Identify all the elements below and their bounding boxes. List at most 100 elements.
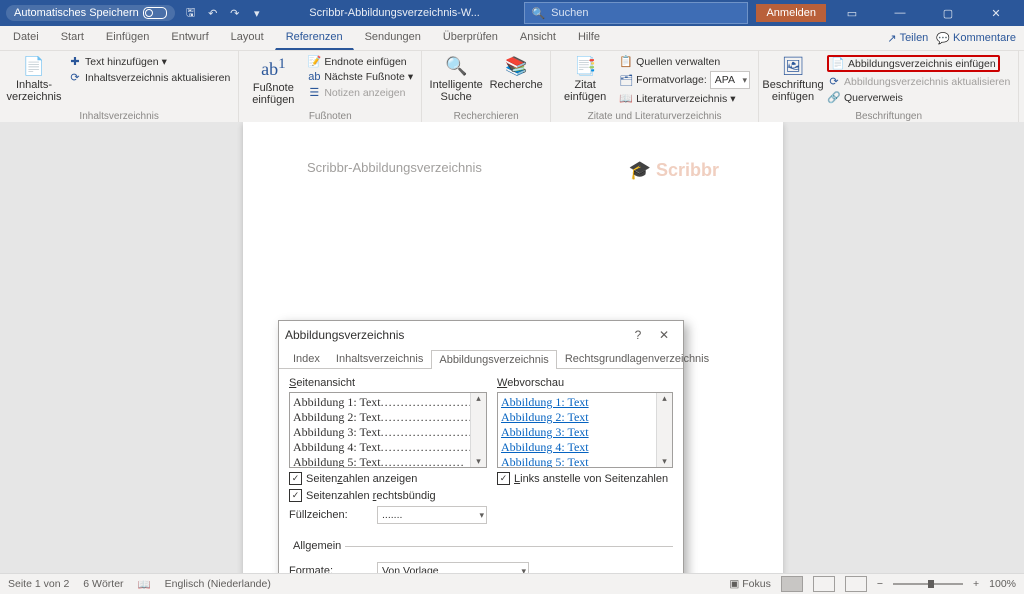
ribbon-options-icon[interactable]: ▭ <box>830 0 874 26</box>
tof-icon: 📄 <box>831 57 845 70</box>
citation-icon: 📑 <box>574 56 596 77</box>
style-icon: 🗂 <box>619 74 633 87</box>
tab-einfuegen[interactable]: Einfügen <box>95 26 160 50</box>
tab-sendungen[interactable]: Sendungen <box>354 26 432 50</box>
tab-referenzen[interactable]: Referenzen <box>275 26 354 50</box>
redo-icon[interactable]: ↷ <box>227 5 243 21</box>
dtab-index[interactable]: Index <box>285 349 328 368</box>
print-preview-list[interactable]: Abbildung 1: Text.......................… <box>289 392 487 468</box>
citation-style-select[interactable]: APA <box>710 71 750 89</box>
minimize-icon[interactable]: — <box>878 0 922 26</box>
right-align-pagenums-checkbox[interactable]: ✓Seitenzahlen rechtsbündig <box>289 489 487 502</box>
smart-lookup-button[interactable]: 🔍Intelligente Suche <box>428 54 484 106</box>
scroll-up-icon: ▴ <box>476 393 481 404</box>
tab-leader-select[interactable]: ....... <box>377 506 487 524</box>
status-words[interactable]: 6 Wörter <box>83 578 123 590</box>
share-icon: ↗ <box>887 32 896 45</box>
signin-button[interactable]: Anmelden <box>756 4 826 22</box>
save-icon[interactable]: 🖫 <box>183 5 199 21</box>
endnote-icon: 📝 <box>307 55 321 68</box>
insert-table-of-figures-button[interactable]: 📄Abbildungsverzeichnis einfügen <box>825 54 1012 73</box>
autosave-toggle[interactable]: Automatisches Speichern <box>6 5 175 21</box>
tab-hilfe[interactable]: Hilfe <box>567 26 611 50</box>
undo-icon[interactable]: ↶ <box>205 5 221 21</box>
web-preview-list[interactable]: Abbildung 1: Text Abbildung 2: Text Abbi… <box>497 392 673 468</box>
insert-citation-button[interactable]: 📑Zitat einfügen <box>557 54 613 106</box>
close-icon[interactable]: ✕ <box>974 0 1018 26</box>
status-bar: Seite 1 von 2 6 Wörter 📖 Englisch (Niede… <box>0 573 1024 594</box>
tab-ansicht[interactable]: Ansicht <box>509 26 567 50</box>
scrollbar[interactable]: ▴▾ <box>470 393 486 467</box>
titlebar: Automatisches Speichern 🖫 ↶ ↷ ▾ Scribbr-… <box>0 0 1024 26</box>
update-tof-button[interactable]: ⟳Abbildungsverzeichnis aktualisieren <box>825 74 1012 89</box>
notes-icon: ☰ <box>307 86 321 99</box>
manage-sources-button[interactable]: 📋Quellen verwalten <box>617 54 752 69</box>
refresh-icon: ⟳ <box>68 71 82 84</box>
dialog-help-button[interactable]: ? <box>625 328 651 342</box>
focus-mode[interactable]: ▣ Fokus <box>729 578 770 590</box>
zoom-slider[interactable] <box>893 583 963 585</box>
zoom-value[interactable]: 100% <box>989 578 1016 590</box>
sources-icon: 📋 <box>619 55 633 68</box>
bibliography-icon: 📖 <box>619 92 633 105</box>
dialog-tabs: Index Inhaltsverzeichnis Abbildungsverze… <box>279 349 683 369</box>
show-notes-button[interactable]: ☰Notizen anzeigen <box>305 85 415 100</box>
use-hyperlinks-checkbox[interactable]: ✓Links anstelle von Seitenzahlen <box>497 472 673 485</box>
tab-layout[interactable]: Layout <box>220 26 275 50</box>
scroll-down-icon: ▾ <box>476 456 481 467</box>
book-icon: 📚 <box>505 56 527 77</box>
dtab-tof[interactable]: Abbildungsverzeichnis <box>431 350 556 369</box>
zoom-out-button[interactable]: − <box>877 578 883 590</box>
search-box[interactable]: 🔍 Suchen <box>524 2 748 24</box>
share-button[interactable]: ↗Teilen <box>887 26 928 50</box>
toc-icon: 📄 <box>23 56 45 77</box>
maximize-icon[interactable]: ▢ <box>926 0 970 26</box>
view-print-icon[interactable] <box>781 576 803 592</box>
dialog-close-button[interactable]: ✕ <box>651 328 677 342</box>
print-preview-label: Seitenansicht <box>289 377 487 389</box>
zoom-in-button[interactable]: + <box>973 578 979 590</box>
add-text-button[interactable]: ✚Text hinzufügen ▾ <box>66 54 232 69</box>
view-web-icon[interactable] <box>845 576 867 592</box>
search-icon: 🔍 <box>445 56 467 77</box>
tab-ueberpruefen[interactable]: Überprüfen <box>432 26 509 50</box>
bibliography-button[interactable]: 📖Literaturverzeichnis ▾ <box>617 91 752 106</box>
scrollbar[interactable]: ▴▾ <box>656 393 672 467</box>
status-language[interactable]: Englisch (Niederlande) <box>165 578 271 590</box>
tab-datei[interactable]: Datei <box>2 26 50 50</box>
dialog-titlebar: Abbildungsverzeichnis ? ✕ <box>279 321 683 349</box>
add-text-icon: ✚ <box>68 55 82 68</box>
view-read-icon[interactable] <box>813 576 835 592</box>
document-area: Scribbr-Abbildungsverzeichnis 🎓 Scribbr … <box>0 122 1024 574</box>
status-proof-icon[interactable]: 📖 <box>138 578 151 591</box>
researcher-button[interactable]: 📚Recherche <box>488 54 544 93</box>
group-citations: 📑Zitat einfügen 📋Quellen verwalten 🗂Form… <box>551 51 759 123</box>
dtab-toc[interactable]: Inhaltsverzeichnis <box>328 349 431 368</box>
qat-more-icon[interactable]: ▾ <box>249 5 265 21</box>
dtab-toa[interactable]: Rechtsgrundlagenverzeichnis <box>557 349 717 368</box>
comments-button[interactable]: 💬Kommentare <box>936 26 1016 50</box>
document-title: Scribbr-Abbildungsverzeichnis-W... <box>265 7 525 19</box>
group-index: 📃Eintrag markieren Index <box>1019 51 1024 123</box>
insert-endnote-button[interactable]: 📝Endnote einfügen <box>305 54 415 69</box>
cross-reference-button[interactable]: 🔗Querverweis <box>825 90 1012 105</box>
tab-start[interactable]: Start <box>50 26 95 50</box>
citation-style-row: 🗂Formatvorlage: APA <box>617 70 752 90</box>
update-toc-button[interactable]: ⟳Inhaltsverzeichnis aktualisieren <box>66 70 232 85</box>
insert-footnote-button[interactable]: ab1Fußnote einfügen <box>245 54 301 109</box>
group-footnotes: ab1Fußnote einfügen 📝Endnote einfügen ab… <box>239 51 422 123</box>
comment-icon: 💬 <box>936 32 950 45</box>
crossref-icon: 🔗 <box>827 91 841 104</box>
insert-caption-button[interactable]: 🖼Beschriftung einfügen <box>765 54 821 106</box>
toc-button[interactable]: 📄Inhalts- verzeichnis <box>6 54 62 106</box>
group-captions: 🖼Beschriftung einfügen 📄Abbildungsverzei… <box>759 51 1019 123</box>
tab-leader-row: Füllzeichen: ....... <box>289 506 487 524</box>
tab-entwurf[interactable]: Entwurf <box>160 26 219 50</box>
dialog-backdrop: Abbildungsverzeichnis ? ✕ Index Inhaltsv… <box>0 122 1024 574</box>
next-footnote-button[interactable]: abNächste Fußnote ▾ <box>305 70 415 84</box>
refresh-icon: ⟳ <box>827 75 841 88</box>
show-page-numbers-checkbox[interactable]: ✓Seitenzahlen anzeigen <box>289 472 487 485</box>
toggle-icon <box>143 7 167 19</box>
status-page[interactable]: Seite 1 von 2 <box>8 578 69 590</box>
ribbon: 📄Inhalts- verzeichnis ✚Text hinzufügen ▾… <box>0 51 1024 124</box>
